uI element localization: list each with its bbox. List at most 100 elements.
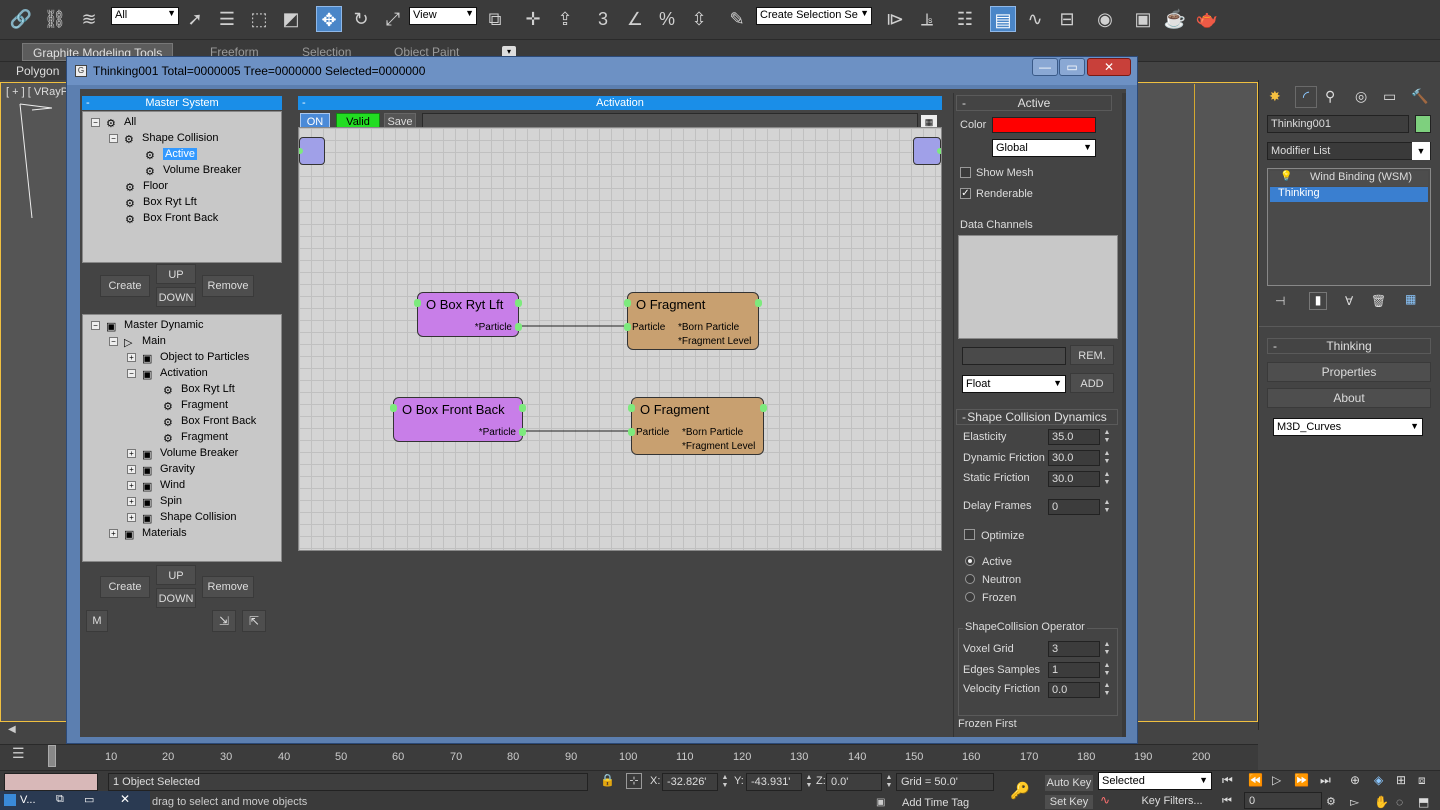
reference-coordinate-select[interactable]: View ▼ bbox=[409, 7, 477, 25]
m-button[interactable]: M bbox=[86, 610, 108, 632]
viewport-label[interactable]: [ + ] [ VRayPh bbox=[6, 86, 74, 98]
space-select[interactable]: Global ▼ bbox=[992, 139, 1096, 157]
add-time-tag[interactable]: Add Time Tag bbox=[902, 797, 969, 809]
show-end-result-icon[interactable]: ▮ bbox=[1309, 292, 1327, 310]
dynamic-friction-input[interactable]: 30.0 bbox=[1048, 450, 1100, 466]
set-key-button[interactable]: Set Key bbox=[1044, 794, 1094, 810]
tree-item-object-to-particles[interactable]: + ▣ Object to Particles bbox=[127, 349, 249, 365]
angle-snap-icon[interactable]: ∠ bbox=[622, 6, 648, 32]
restore-icon[interactable]: ⧉ bbox=[56, 793, 64, 806]
voxel-grid-input[interactable]: 3 bbox=[1048, 641, 1100, 657]
delay-frames-input[interactable]: 0 bbox=[1048, 499, 1100, 515]
node-graph[interactable]: O Box Ryt Lft *Particle O Fragment Parti… bbox=[298, 127, 942, 551]
elasticity-input[interactable]: 35.0 bbox=[1048, 429, 1100, 445]
render-frame-icon[interactable]: ☕ bbox=[1162, 6, 1188, 32]
minimize-button[interactable]: — bbox=[1032, 58, 1058, 76]
md-down-button[interactable]: DOWN bbox=[156, 588, 196, 608]
unlink-icon[interactable]: ⛓ bbox=[42, 6, 68, 32]
zoom-extents-icon[interactable]: ⊞ bbox=[1396, 773, 1406, 787]
ms-down-button[interactable]: DOWN bbox=[156, 287, 196, 307]
render-production-icon[interactable]: 🫖 bbox=[1194, 6, 1220, 32]
schematic-view-icon[interactable]: ⊟ bbox=[1054, 6, 1080, 32]
absolute-mode-icon[interactable]: ⊹ bbox=[626, 773, 642, 789]
expand-icon[interactable]: + bbox=[127, 352, 136, 362]
configure-sets-icon[interactable]: ▦ bbox=[1405, 292, 1416, 306]
collapse-icon[interactable]: − bbox=[109, 336, 118, 346]
ms-create-button[interactable]: Create bbox=[100, 275, 150, 297]
y-coordinate-field[interactable]: -43.931' bbox=[746, 773, 802, 791]
voxel-grid-spinner-icon[interactable]: ▲ ▼ bbox=[1102, 641, 1112, 657]
taskbar-label[interactable]: V... bbox=[20, 794, 36, 806]
tree-item-fragment[interactable]: ⚙ Fragment bbox=[163, 429, 228, 445]
zoom-icon[interactable]: ⊕ bbox=[1350, 773, 1360, 787]
thinking-rollout-header[interactable]: - Thinking bbox=[1267, 338, 1431, 354]
edit-named-selection-icon[interactable]: ✎ bbox=[724, 6, 750, 32]
dynamic-friction-spinner-icon[interactable]: ▲ ▼ bbox=[1102, 450, 1112, 466]
x-spinner-icon[interactable]: ▲ ▼ bbox=[720, 774, 730, 790]
stack-item-wind-binding[interactable]: 💡 Wind Binding (WSM) bbox=[1270, 171, 1428, 186]
tree-item-wind[interactable]: + ▣ Wind bbox=[127, 477, 185, 493]
tree-item-main[interactable]: − ▷ Main bbox=[109, 333, 166, 349]
align-icon[interactable]: ⫡ bbox=[914, 6, 940, 32]
ms-remove-button[interactable]: Remove bbox=[202, 275, 254, 297]
orbit-icon[interactable]: ◌ bbox=[1396, 795, 1403, 809]
velocity-friction-input[interactable]: 0.0 bbox=[1048, 682, 1100, 698]
node-fragment-2[interactable]: O Fragment Particle *Born Particle *Frag… bbox=[628, 397, 767, 455]
channel-type-select[interactable]: Float ▼ bbox=[962, 375, 1066, 393]
particle-input-pin[interactable] bbox=[628, 428, 635, 436]
radio-neutron[interactable] bbox=[965, 574, 975, 584]
tree-item-box-front-back[interactable]: ⚙ Box Front Back bbox=[163, 413, 256, 429]
key-mode-select[interactable]: Selected ▼ bbox=[1098, 772, 1212, 790]
material-editor-icon[interactable]: ◉ bbox=[1092, 6, 1118, 32]
about-button[interactable]: About bbox=[1267, 388, 1431, 408]
render-setup-icon[interactable]: ▣ bbox=[1130, 6, 1156, 32]
expand-icon[interactable]: + bbox=[127, 448, 136, 458]
export-icon[interactable]: ⇱ bbox=[242, 610, 266, 632]
ms-up-button[interactable]: UP bbox=[156, 264, 196, 284]
rem-button[interactable]: REM. bbox=[1070, 345, 1114, 365]
expand-icon[interactable]: + bbox=[127, 496, 136, 506]
play-icon[interactable]: ▷ bbox=[1272, 773, 1281, 787]
percent-snap-icon[interactable]: % bbox=[654, 6, 680, 32]
tree-item-materials[interactable]: + ▣ Materials bbox=[109, 525, 187, 541]
node-input-pin[interactable] bbox=[624, 299, 631, 307]
expand-icon[interactable]: + bbox=[127, 464, 136, 474]
y-spinner-icon[interactable]: ▲ ▼ bbox=[804, 774, 814, 790]
auto-key-button[interactable]: Auto Key bbox=[1044, 774, 1094, 792]
keyboard-shortcut-icon[interactable]: ⇪ bbox=[552, 6, 578, 32]
node-box-front-back[interactable]: O Box Front Back *Particle bbox=[390, 397, 526, 442]
close-icon[interactable]: ✕ bbox=[120, 792, 130, 806]
viewport-right-region[interactable] bbox=[1140, 84, 1195, 720]
particle-output-pin[interactable] bbox=[515, 323, 522, 331]
maximize-viewport-icon[interactable]: ⬒ bbox=[1418, 795, 1429, 809]
ribbon-subtab-polygon[interactable]: Polygon bbox=[16, 64, 59, 78]
md-up-button[interactable]: UP bbox=[156, 565, 196, 585]
master-dynamic-tree[interactable]: − ▣ Master Dynamic − ▷ Main + ▣ Object to Part… bbox=[82, 314, 282, 562]
z-coordinate-field[interactable]: 0.0' bbox=[826, 773, 882, 791]
tree-item-box-ryt-lft[interactable]: ⚙ Box Ryt Lft bbox=[163, 381, 235, 397]
expand-icon[interactable]: + bbox=[109, 528, 118, 538]
key-mode-toggle-icon[interactable]: ⏮ bbox=[1222, 795, 1232, 808]
static-friction-spinner-icon[interactable]: ▲ ▼ bbox=[1102, 471, 1112, 487]
node-fragment-1[interactable]: O Fragment Particle *Born Particle *Frag… bbox=[624, 292, 762, 350]
import-icon[interactable]: ⇲ bbox=[212, 610, 236, 632]
link-icon[interactable]: 🔗 bbox=[8, 6, 34, 32]
node-output-pin[interactable] bbox=[755, 299, 762, 307]
active-section-header[interactable]: - Active bbox=[956, 95, 1112, 111]
modifier-list-select[interactable]: Modifier List ▼ bbox=[1267, 142, 1431, 160]
static-friction-input[interactable]: 30.0 bbox=[1048, 471, 1100, 487]
tree-item-shape-collision[interactable]: + ▣ Shape Collision bbox=[127, 509, 236, 525]
hierarchy-tab-icon[interactable]: ⚲ bbox=[1325, 88, 1335, 105]
snap-toggle-icon[interactable]: 3 bbox=[590, 6, 616, 32]
time-tag-icon[interactable]: ▣ bbox=[876, 797, 885, 808]
show-mesh-checkbox[interactable] bbox=[960, 167, 971, 178]
maxscript-listener[interactable] bbox=[4, 773, 98, 791]
tree-item-spin[interactable]: + ▣ Spin bbox=[127, 493, 182, 509]
z-spinner-icon[interactable]: ▲ ▼ bbox=[884, 774, 894, 790]
scale-icon[interactable]: ⤢ bbox=[380, 6, 406, 32]
rotate-icon[interactable]: ↻ bbox=[348, 6, 374, 32]
make-unique-icon[interactable]: ∀ bbox=[1345, 294, 1353, 308]
x-coordinate-field[interactable]: -32.826' bbox=[662, 773, 718, 791]
lightbulb-icon[interactable]: 💡 bbox=[1280, 171, 1292, 182]
expand-icon[interactable]: + bbox=[127, 512, 136, 522]
